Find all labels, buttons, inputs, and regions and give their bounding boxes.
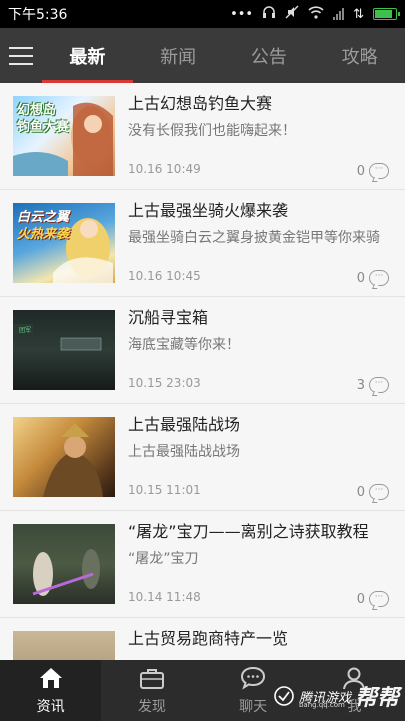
wifi-icon xyxy=(308,5,324,23)
chat-icon xyxy=(238,663,268,693)
svg-text:团军: 团军 xyxy=(19,327,31,334)
comment-icon: ··· xyxy=(369,270,389,286)
article-title: 沉船寻宝箱 xyxy=(128,308,209,327)
article-thumbnail xyxy=(13,417,115,497)
comment-count: 0 ··· xyxy=(357,484,389,500)
briefcase-icon xyxy=(137,663,167,693)
article-summary: 海底宝藏等你来！ xyxy=(128,337,240,353)
person-icon xyxy=(339,663,369,693)
nav-news[interactable]: 资讯 xyxy=(0,660,102,721)
nav-news-label: 资讯 xyxy=(36,699,65,715)
status-icons: ••• ⇅ xyxy=(230,5,400,23)
thumbnail-caption: 白云之翼 火热来袭 xyxy=(17,210,70,242)
comment-count: 0 ··· xyxy=(357,163,389,179)
battery-icon xyxy=(373,8,400,20)
article-summary: 上古最强陆战战场 xyxy=(128,444,240,460)
article-summary: 没有长假我们也能嗨起来！ xyxy=(128,123,296,139)
bottom-nav: 资讯 发现 聊天 我 xyxy=(0,660,405,721)
nav-me-label: 我 xyxy=(347,699,362,715)
headset-icon xyxy=(262,5,276,23)
article-time: 10.15 11:01 xyxy=(128,483,201,497)
nav-chat-label: 聊天 xyxy=(239,699,268,715)
thumbnail-caption: 幻想岛 钓鱼大赛 xyxy=(17,103,70,135)
comment-count: 3 ··· xyxy=(357,377,389,393)
comment-count-value: 0 xyxy=(356,484,365,500)
article-thumbnail xyxy=(13,631,115,660)
category-tabs: 最新 新闻 公告 攻略 xyxy=(42,28,405,83)
article-summary: 最强坐骑白云之翼身披黄金铠甲等你来骑 xyxy=(128,230,380,246)
article-thumbnail xyxy=(13,524,115,604)
menu-icon[interactable] xyxy=(0,28,42,83)
status-bar: 下午5:36 ••• ⇅ xyxy=(0,0,405,28)
article-title: 上古最强坐骑火爆来袭 xyxy=(128,201,289,220)
list-item[interactable]: 上古贸易跑商特产一览 xyxy=(0,618,405,660)
comment-count-value: 0 xyxy=(356,270,365,286)
tab-latest[interactable]: 最新 xyxy=(42,28,133,83)
comment-count-value: 0 xyxy=(356,163,365,179)
comment-count-value: 3 xyxy=(356,377,365,393)
home-icon xyxy=(36,663,66,693)
article-thumbnail: 白云之翼 火热来袭 xyxy=(13,203,115,283)
list-item[interactable]: “屠龙”宝刀——离别之诗获取教程 “屠龙”宝刀 10.14 11:48 0 ··… xyxy=(0,511,405,618)
nav-discover-label: 发现 xyxy=(137,699,166,715)
list-item[interactable]: 白云之翼 火热来袭 上古最强坐骑火爆来袭 最强坐骑白云之翼身披黄金铠甲等你来骑 1… xyxy=(0,190,405,297)
article-summary: “屠龙”宝刀 xyxy=(128,551,199,567)
nav-chat[interactable]: 聊天 xyxy=(203,660,304,721)
article-title: “屠龙”宝刀——离别之诗获取教程 xyxy=(128,522,369,541)
list-item[interactable]: 幻想岛 钓鱼大赛 上古幻想岛钓鱼大赛 没有长假我们也能嗨起来！ 10.16 10:… xyxy=(0,83,405,190)
comment-icon: ··· xyxy=(369,484,389,500)
sync-icon: ⇅ xyxy=(353,6,364,22)
comment-icon: ··· xyxy=(369,377,389,393)
list-item[interactable]: 上古最强陆战场 上古最强陆战战场 10.15 11:01 0 ··· xyxy=(0,404,405,511)
signal-icon xyxy=(333,8,345,20)
comment-icon: ··· xyxy=(369,591,389,607)
comment-icon: ··· xyxy=(369,163,389,179)
article-list: 幻想岛 钓鱼大赛 上古幻想岛钓鱼大赛 没有长假我们也能嗨起来！ 10.16 10:… xyxy=(0,83,405,660)
list-item[interactable]: 团军 沉船寻宝箱 海底宝藏等你来！ 10.15 23:03 3 ··· xyxy=(0,297,405,404)
tab-news[interactable]: 新闻 xyxy=(133,28,224,83)
article-time: 10.15 23:03 xyxy=(128,376,201,390)
article-title: 上古最强陆战场 xyxy=(128,415,241,434)
article-time: 10.16 10:45 xyxy=(128,269,201,283)
article-time: 10.16 10:49 xyxy=(128,162,201,176)
mute-icon xyxy=(285,5,299,23)
comment-count-value: 0 xyxy=(356,591,365,607)
comment-count: 0 ··· xyxy=(357,591,389,607)
article-thumbnail: 团军 xyxy=(13,310,115,390)
more-icon: ••• xyxy=(230,6,254,22)
status-time: 下午5:36 xyxy=(8,7,68,23)
article-time: 10.14 11:48 xyxy=(128,590,201,604)
article-title: 上古贸易跑商特产一览 xyxy=(128,629,289,648)
top-tab-bar: 最新 新闻 公告 攻略 xyxy=(0,28,405,83)
comment-count: 0 ··· xyxy=(357,270,389,286)
article-title: 上古幻想岛钓鱼大赛 xyxy=(128,94,273,113)
nav-me[interactable]: 我 xyxy=(304,660,405,721)
tab-guides[interactable]: 攻略 xyxy=(314,28,405,83)
nav-discover[interactable]: 发现 xyxy=(101,660,202,721)
tab-announcements[interactable]: 公告 xyxy=(224,28,315,83)
article-thumbnail: 幻想岛 钓鱼大赛 xyxy=(13,96,115,176)
